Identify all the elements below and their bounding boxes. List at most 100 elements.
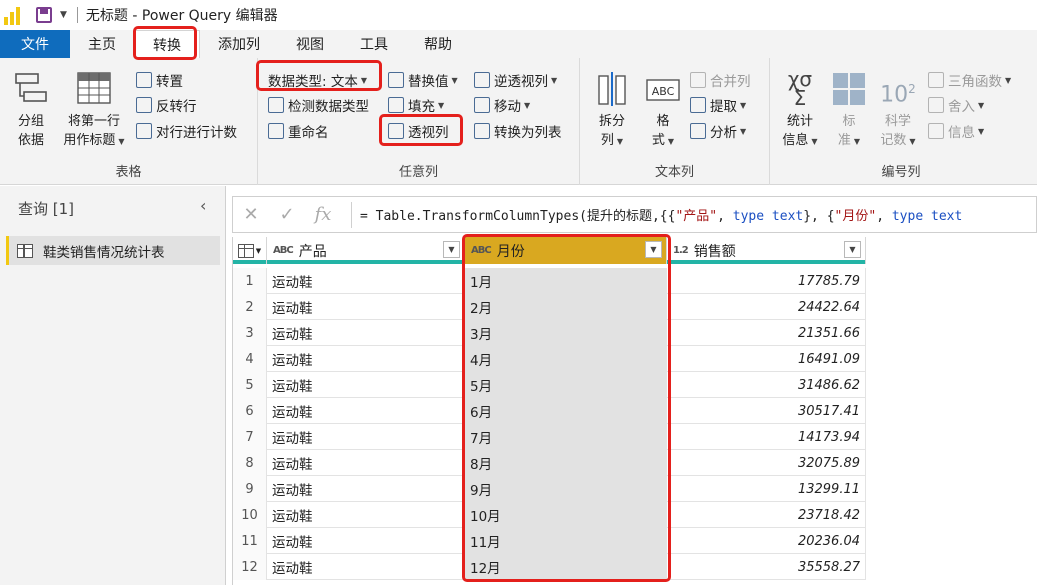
text-type-icon[interactable]: ABC: [471, 245, 492, 256]
tab-view[interactable]: 视图: [278, 30, 342, 58]
cell-product[interactable]: 运动鞋: [267, 294, 465, 320]
table-row[interactable]: 8 运动鞋 8月 32075.89: [233, 450, 866, 476]
convert-to-list-button[interactable]: 转换为列表: [474, 121, 562, 141]
replace-values-button[interactable]: 替换值 ▼: [388, 70, 458, 90]
table-menu-button[interactable]: ▼: [233, 237, 267, 264]
cell-month[interactable]: 12月: [465, 554, 667, 580]
row-index[interactable]: 6: [233, 398, 267, 424]
row-index[interactable]: 1: [233, 268, 267, 294]
fx-icon[interactable]: fx: [305, 204, 341, 225]
row-index[interactable]: 5: [233, 372, 267, 398]
column-header-month[interactable]: ABC 月份 ▼: [465, 237, 667, 264]
row-index[interactable]: 8: [233, 450, 267, 476]
cell-month[interactable]: 6月: [465, 398, 667, 424]
column-filter-dropdown-icon[interactable]: ▼: [844, 241, 861, 258]
transpose-button[interactable]: 转置: [136, 70, 183, 90]
table-row[interactable]: 1 运动鞋 1月 17785.79: [233, 268, 866, 294]
table-row[interactable]: 5 运动鞋 5月 31486.62: [233, 372, 866, 398]
rounding-button[interactable]: 舍入 ▼: [928, 95, 984, 115]
unpivot-columns-button[interactable]: 逆透视列 ▼: [474, 70, 557, 90]
cell-product[interactable]: 运动鞋: [267, 398, 465, 424]
query-item[interactable]: 鞋类销售情况统计表: [6, 236, 220, 265]
table-row[interactable]: 11 运动鞋 11月 20236.04: [233, 528, 866, 554]
cell-month[interactable]: 2月: [465, 294, 667, 320]
detect-data-type-button[interactable]: 检测数据类型: [268, 95, 369, 115]
use-first-row-as-headers-button[interactable]: 将第一行 用作标题 ▼: [56, 70, 132, 151]
table-row[interactable]: 3 运动鞋 3月 21351.66: [233, 320, 866, 346]
cell-sales[interactable]: 35558.27: [667, 554, 866, 580]
cell-month[interactable]: 5月: [465, 372, 667, 398]
trigonometry-button[interactable]: 三角函数 ▼: [928, 70, 1011, 90]
row-index[interactable]: 2: [233, 294, 267, 320]
formula-text[interactable]: = Table.TransformColumnTypes(提升的标题,{{"产品…: [360, 205, 962, 224]
cell-product[interactable]: 运动鞋: [267, 450, 465, 476]
merge-columns-button[interactable]: 合并列: [690, 70, 751, 90]
save-icon[interactable]: [36, 7, 52, 23]
cell-product[interactable]: 运动鞋: [267, 424, 465, 450]
cell-product[interactable]: 运动鞋: [267, 268, 465, 294]
information-button[interactable]: 信息 ▼: [928, 121, 984, 141]
move-button[interactable]: 移动 ▼: [474, 95, 530, 115]
cell-sales[interactable]: 20236.04: [667, 528, 866, 554]
cell-sales[interactable]: 24422.64: [667, 294, 866, 320]
quick-access-dropdown-icon[interactable]: ▼: [60, 10, 67, 20]
commit-formula-icon[interactable]: ✓: [269, 204, 305, 225]
cell-month[interactable]: 1月: [465, 268, 667, 294]
decimal-type-icon[interactable]: 1.2: [673, 245, 689, 256]
column-filter-dropdown-icon[interactable]: ▼: [443, 241, 460, 258]
cell-sales[interactable]: 31486.62: [667, 372, 866, 398]
row-index[interactable]: 10: [233, 502, 267, 528]
cell-product[interactable]: 运动鞋: [267, 476, 465, 502]
standard-button[interactable]: 标 准 ▼: [826, 70, 872, 151]
rename-button[interactable]: 重命名: [268, 121, 329, 141]
format-button[interactable]: ABC 格 式 ▼: [638, 70, 688, 151]
cell-month[interactable]: 7月: [465, 424, 667, 450]
table-row[interactable]: 6 运动鞋 6月 30517.41: [233, 398, 866, 424]
fill-button[interactable]: 填充 ▼: [388, 95, 444, 115]
cell-product[interactable]: 运动鞋: [267, 502, 465, 528]
cell-month[interactable]: 4月: [465, 346, 667, 372]
cell-month[interactable]: 8月: [465, 450, 667, 476]
column-header-product[interactable]: ABC 产品 ▼: [267, 237, 465, 264]
parse-button[interactable]: 分析 ▼: [690, 121, 746, 141]
tab-tools[interactable]: 工具: [342, 30, 406, 58]
cell-sales[interactable]: 13299.11: [667, 476, 866, 502]
extract-button[interactable]: 提取 ▼: [690, 95, 746, 115]
split-column-button[interactable]: 拆分 列 ▼: [586, 70, 638, 151]
tab-file[interactable]: 文件: [0, 30, 70, 58]
row-index[interactable]: 12: [233, 554, 267, 580]
column-filter-dropdown-icon[interactable]: ▼: [645, 241, 662, 258]
pivot-column-button[interactable]: 透视列: [388, 121, 449, 141]
table-row[interactable]: 2 运动鞋 2月 24422.64: [233, 294, 866, 320]
cell-product[interactable]: 运动鞋: [267, 320, 465, 346]
cell-sales[interactable]: 30517.41: [667, 398, 866, 424]
cell-month[interactable]: 10月: [465, 502, 667, 528]
cell-sales[interactable]: 17785.79: [667, 268, 866, 294]
cell-month[interactable]: 11月: [465, 528, 667, 554]
row-index[interactable]: 7: [233, 424, 267, 450]
table-row[interactable]: 10 运动鞋 10月 23718.42: [233, 502, 866, 528]
cell-sales[interactable]: 21351.66: [667, 320, 866, 346]
tab-help[interactable]: 帮助: [406, 30, 470, 58]
table-row[interactable]: 4 运动鞋 4月 16491.09: [233, 346, 866, 372]
reverse-rows-button[interactable]: 反转行: [136, 95, 197, 115]
cell-product[interactable]: 运动鞋: [267, 528, 465, 554]
text-type-icon[interactable]: ABC: [273, 245, 294, 256]
count-rows-button[interactable]: 对行进行计数: [136, 121, 237, 141]
row-index[interactable]: 4: [233, 346, 267, 372]
table-row[interactable]: 7 运动鞋 7月 14173.94: [233, 424, 866, 450]
row-index[interactable]: 9: [233, 476, 267, 502]
cell-product[interactable]: 运动鞋: [267, 372, 465, 398]
cell-product[interactable]: 运动鞋: [267, 346, 465, 372]
collapse-pane-chevron-icon[interactable]: ‹: [200, 196, 206, 215]
cell-sales[interactable]: 32075.89: [667, 450, 866, 476]
cell-month[interactable]: 3月: [465, 320, 667, 346]
group-by-button[interactable]: 分组 依据: [6, 70, 56, 150]
column-header-sales[interactable]: 1.2 销售额 ▼: [667, 237, 866, 264]
cell-sales[interactable]: 23718.42: [667, 502, 866, 528]
tab-home[interactable]: 主页: [70, 30, 134, 58]
table-row[interactable]: 9 运动鞋 9月 13299.11: [233, 476, 866, 502]
statistics-button[interactable]: χσ Σ 统计 信息 ▼: [774, 69, 826, 151]
table-row[interactable]: 12 运动鞋 12月 35558.27: [233, 554, 866, 580]
cell-sales[interactable]: 16491.09: [667, 346, 866, 372]
